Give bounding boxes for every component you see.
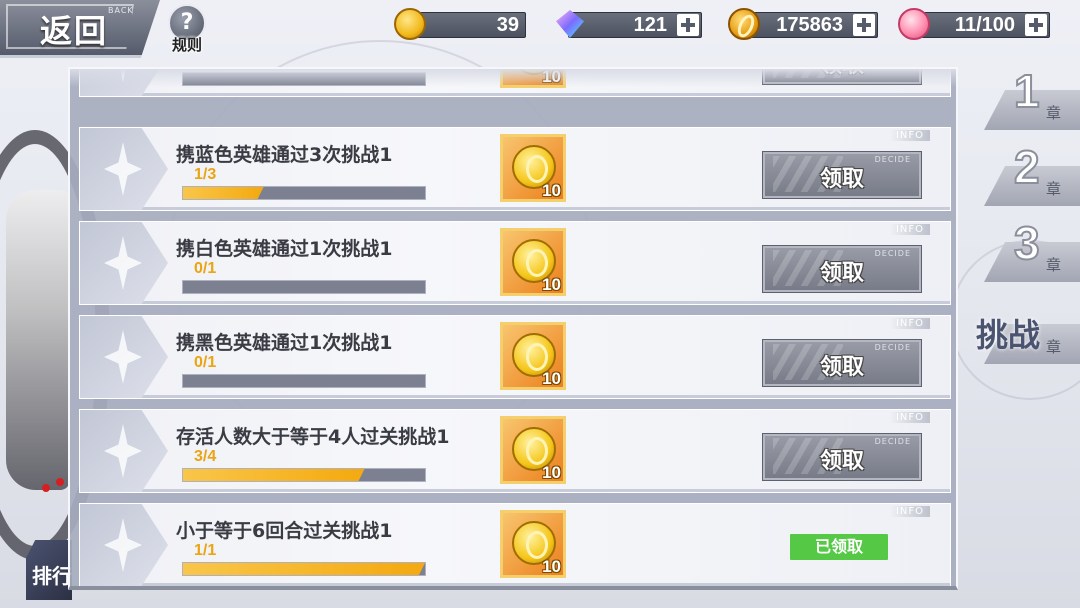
gold-icon [728,8,760,40]
chapter-tab-1[interactable]: 1 章 [984,64,1080,136]
chapter-tab-suffix: 章 [1046,338,1062,356]
chapter-tab-number: 2 [1013,140,1041,194]
task-emblem-icon [80,69,168,96]
task-progress-bar [182,186,426,200]
chapter-tab-challenge[interactable]: 挑战 章 [976,300,1080,370]
claimed-badge: 已领取 [790,534,888,560]
claim-button-label: 领取 [819,449,864,474]
task-reward-item[interactable]: 10 [500,134,566,202]
task-reward-quantity: 10 [542,557,561,576]
info-tag[interactable]: INFO [889,318,930,329]
task-row: 携白色英雄通过1次挑战1 0/1 10 INFO DECIDE 领取 [79,221,951,305]
info-tag[interactable]: INFO [889,130,930,141]
task-reward-item[interactable]: 10 [500,510,566,578]
task-reward-quantity: 10 [542,275,561,294]
background-character-eye [42,484,50,492]
task-progress-bar [182,72,426,86]
task-reward-quantity: 10 [542,369,561,388]
crystal-counter-value: 121 [633,14,667,36]
task-progress-text: 1/1 [194,542,217,559]
chapter-tab-number: 1 [1013,64,1041,118]
back-button-sublabel: BACK [108,6,134,15]
task-reward-quantity: 10 [542,463,561,482]
crystal-counter: 121 [568,12,702,38]
stamina-counter-value: 11/100 [954,14,1015,36]
task-emblem-icon [80,504,168,586]
task-progress-bar [182,280,426,294]
task-row: 存活人数大于等于4人过关挑战1 3/4 10 INFO DECIDE 领取 [79,409,951,493]
task-title: 携白色英雄通过1次挑战1 [176,238,393,260]
crystal-add-button[interactable] [677,14,699,36]
task-progress-text: 3/4 [194,448,217,465]
task-reward-item[interactable]: 10 [500,322,566,390]
task-progress-fill [183,469,365,481]
back-button-label: 返回 [40,12,109,50]
ranking-tab[interactable]: 排行 [26,540,72,600]
task-row: 10 领取 [79,67,951,97]
task-title: 携黑色英雄通过1次挑战1 [176,332,393,354]
task-progress-bar [182,374,426,388]
claim-button-label: 领取 [819,167,864,192]
stamina-counter: 11/100 [914,12,1050,38]
claim-button-label: 领取 [763,69,921,79]
chapter-tab-2[interactable]: 2 章 [984,140,1080,212]
claim-button-label: 领取 [819,355,864,380]
chapter-tab-word: 挑战 [976,316,1041,354]
heart-icon [898,8,930,40]
info-tag[interactable]: INFO [889,224,930,235]
task-reward-quantity: 10 [542,181,561,200]
chapter-tab-suffix: 章 [1046,180,1062,198]
task-title: 存活人数大于等于4人过关挑战1 [176,426,450,448]
task-reward-item[interactable]: 10 [500,416,566,484]
claim-button[interactable]: DECIDE 领取 [762,151,922,199]
chapter-tab-number: 3 [1013,216,1041,270]
task-row: 小于等于6回合过关挑战1 1/1 10 INFO 已领取 [79,503,951,586]
claim-button[interactable]: DECIDE 领取 [762,339,922,387]
task-reward-item[interactable]: 10 [500,67,566,88]
coin-icon [394,8,426,40]
claim-button[interactable]: DECIDE 领取 [762,433,922,481]
ranking-tab-label: 排行 [32,564,72,588]
claim-button-label: 领取 [819,261,864,286]
task-progress-text: 0/1 [194,260,217,277]
rules-button[interactable]: ? 规则 [162,4,212,56]
gold-counter-value: 175863 [776,14,843,36]
coin-counter-value: 39 [496,14,519,36]
task-row: 携蓝色英雄通过3次挑战1 1/3 10 INFO DECIDE 领取 [79,127,951,211]
task-row: 携黑色英雄通过1次挑战1 0/1 10 INFO DECIDE 领取 [79,315,951,399]
task-progress-fill [183,187,264,199]
task-progress-bar [182,468,426,482]
task-emblem-icon [80,222,168,304]
gold-counter: 175863 [744,12,878,38]
background-character [6,190,70,490]
background-character-eye [56,478,64,486]
task-progress-fill [183,563,425,575]
stamina-add-button[interactable] [1025,14,1047,36]
chapter-tab-3[interactable]: 3 章 [984,216,1080,288]
coin-counter: 39 [410,12,526,38]
task-emblem-icon [80,316,168,398]
task-progress-bar [182,562,426,576]
chapter-tab-suffix: 章 [1046,256,1062,274]
task-reward-item[interactable]: 10 [500,228,566,296]
task-reward-quantity: 10 [542,67,561,86]
claim-button[interactable]: 领取 [762,69,922,85]
task-emblem-icon [80,128,168,210]
info-tag[interactable]: INFO [889,506,930,517]
task-list-panel[interactable]: 10 领取 携蓝色英雄通过3次挑战1 1/3 10 INFO DECIDE 领取 [68,67,958,590]
task-title: 携蓝色英雄通过3次挑战1 [176,144,393,166]
task-progress-text: 0/1 [194,354,217,371]
rules-button-label: 规则 [171,36,202,54]
task-progress-text: 1/3 [194,166,217,183]
back-button[interactable]: 返回 BACK [0,0,160,58]
task-title: 小于等于6回合过关挑战1 [176,520,393,542]
info-tag[interactable]: INFO [889,412,930,423]
chapter-tab-suffix: 章 [1046,104,1062,122]
gold-add-button[interactable] [853,14,875,36]
claim-button[interactable]: DECIDE 领取 [762,245,922,293]
task-emblem-icon [80,410,168,492]
